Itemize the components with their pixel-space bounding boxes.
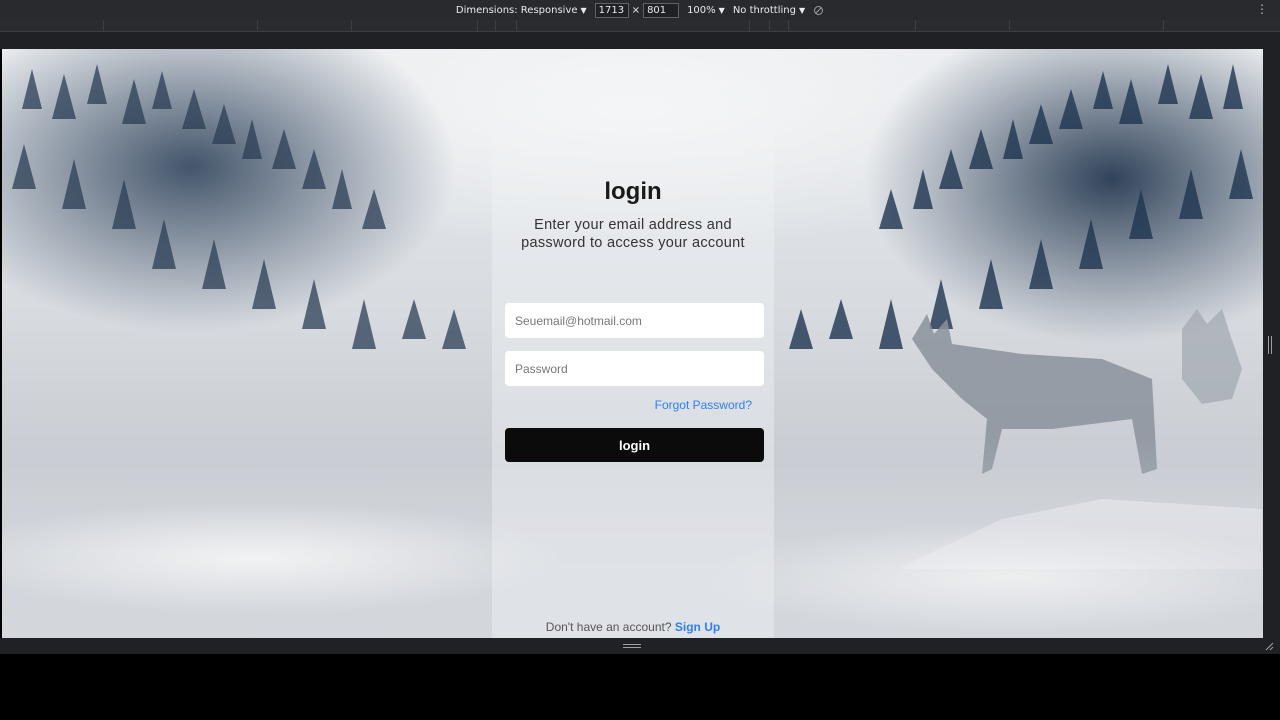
login-title: login	[604, 178, 662, 205]
ruler-tick	[915, 20, 916, 32]
corner-resize-icon[interactable]	[1264, 641, 1274, 651]
throttling-dropdown[interactable]: No throttling ▼	[733, 5, 805, 16]
screen-bottom-area	[0, 654, 1280, 720]
rotate-icon[interactable]	[813, 5, 824, 16]
ruler-tick	[1009, 20, 1010, 32]
ruler-tick	[495, 20, 496, 32]
ruler-tick	[769, 20, 770, 32]
page-viewport: login Enter your email address and passw…	[2, 49, 1263, 638]
login-button[interactable]: login	[505, 428, 764, 462]
chevron-down-icon: ▼	[580, 5, 587, 15]
signup-link[interactable]: Sign Up	[675, 620, 720, 634]
width-input[interactable]: 1713	[594, 2, 629, 18]
ruler-tick	[516, 20, 517, 32]
media-query-ruler	[0, 20, 1280, 32]
ruler-tick	[103, 20, 104, 32]
zoom-dropdown[interactable]: 100% ▼	[687, 5, 725, 16]
more-vert-icon[interactable]: ⋮	[1256, 2, 1268, 16]
forgot-password-link[interactable]: Forgot Password?	[655, 398, 752, 412]
signup-prompt: Don't have an account? Sign Up	[492, 620, 774, 634]
ruler-tick	[749, 20, 750, 32]
zoom-label: 100%	[687, 4, 716, 16]
forest-background-image	[12, 64, 466, 349]
throttling-label: No throttling	[732, 4, 796, 16]
ruler-tick	[351, 20, 352, 32]
ruler-tick	[788, 20, 789, 32]
ruler-tick	[477, 20, 478, 32]
chevron-down-icon: ▼	[718, 5, 725, 15]
dimensions-dropdown[interactable]: Dimensions: Responsive ▼	[456, 5, 587, 16]
ruler-tick	[257, 20, 258, 32]
devtools-device-toolbar: Dimensions: Responsive ▼ 1713 × 801 100%…	[0, 0, 1280, 20]
height-input[interactable]: 801	[643, 2, 680, 18]
viewport-margin	[0, 32, 1280, 49]
dimensions-label: Dimensions: Responsive	[455, 4, 578, 16]
password-input[interactable]	[505, 351, 764, 386]
login-card: login Enter your email address and passw…	[492, 85, 774, 638]
ruler-tick	[1163, 20, 1164, 32]
no-account-text: Don't have an account?	[545, 620, 672, 634]
chevron-down-icon: ▼	[798, 5, 806, 15]
email-input[interactable]	[505, 303, 764, 338]
times-sign: ×	[631, 4, 641, 16]
login-subtitle: Enter your email address and password to…	[521, 217, 745, 251]
width-resize-handle[interactable]	[1268, 336, 1272, 354]
height-resize-handle[interactable]	[623, 644, 641, 648]
